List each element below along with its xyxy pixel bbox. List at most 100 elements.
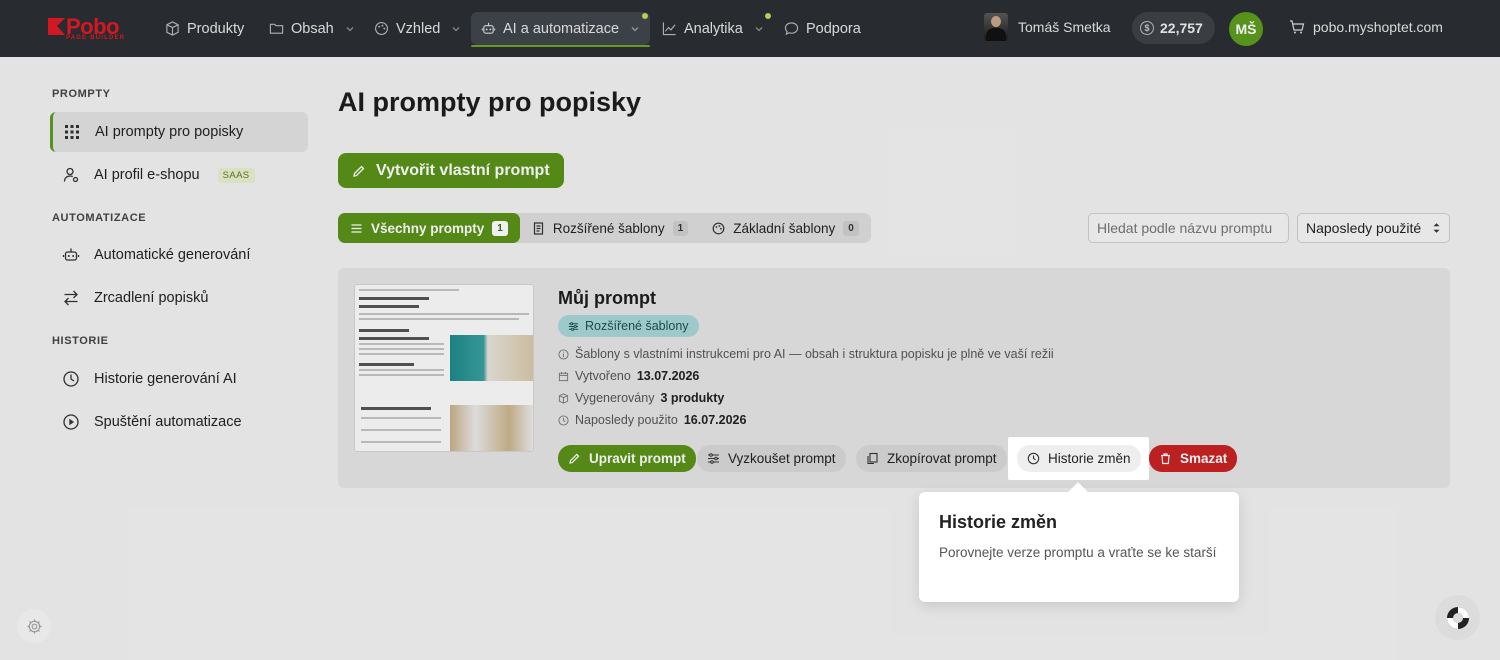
sidebar-item-auto-generation[interactable]: Automatické generování xyxy=(50,235,308,275)
shop-domain: pobo.myshoptet.com xyxy=(1313,19,1443,35)
sidebar-item-automation-runs[interactable]: Spuštění automatizace xyxy=(50,402,308,442)
gear-icon xyxy=(26,618,42,634)
robot-icon xyxy=(62,248,80,261)
sliders-icon xyxy=(568,321,579,331)
list-icon xyxy=(351,223,362,233)
copy-prompt-label: Zkopírovat prompt xyxy=(887,451,997,466)
credits-badge[interactable]: $ 22,757 xyxy=(1132,12,1215,44)
nav-support[interactable]: Podpora xyxy=(774,12,871,45)
sidebar-item-ai-profile[interactable]: AI profil e-shopu SAAS xyxy=(50,155,308,195)
edit-prompt-button[interactable]: Upravit prompt xyxy=(558,445,696,472)
create-prompt-label: Vytvořit vlastní prompt xyxy=(376,161,550,179)
prompt-preview-thumbnail[interactable] xyxy=(354,284,534,452)
folder-icon xyxy=(269,23,284,34)
user-gear-icon xyxy=(63,167,79,183)
sidebar-item-generation-history[interactable]: Historie generování AI xyxy=(50,359,308,399)
pencil-icon xyxy=(569,453,580,464)
sidebar-item-label: Spuštění automatizace xyxy=(94,414,242,430)
avatar[interactable]: MŠ xyxy=(1229,12,1263,46)
delete-prompt-button[interactable]: Smazat xyxy=(1149,445,1238,472)
coin-icon: $ xyxy=(1140,21,1154,35)
robot-icon xyxy=(481,22,496,34)
nav-products[interactable]: Produkty xyxy=(155,12,254,45)
prompt-card: Můj prompt Rozšířené šablony Šablony s v… xyxy=(338,268,1450,488)
info-icon xyxy=(558,348,569,360)
prompt-filter-tabs: Všechny prompty 1 Rozšířené šablony 1 Zá… xyxy=(338,213,871,243)
sidebar-item-ai-prompts[interactable]: AI prompty pro popisky xyxy=(50,112,308,152)
nav-products-label: Produkty xyxy=(187,20,245,37)
box-icon xyxy=(558,392,569,404)
nav-ai-label: AI a automatizace xyxy=(503,20,620,37)
chevron-down-icon xyxy=(452,26,460,31)
last-used-value: 16.07.2026 xyxy=(683,413,747,427)
prompt-description: Šablony s vlastními instrukcemi pro AI —… xyxy=(558,347,1054,361)
credits-value: 22,757 xyxy=(1160,20,1203,36)
tab-count: 1 xyxy=(672,220,689,236)
sidebar-item-label: AI prompty pro popisky xyxy=(95,124,244,140)
tab-all-prompts[interactable]: Všechny prompty 1 xyxy=(338,213,520,243)
created-label: Vytvořeno xyxy=(575,369,631,383)
prompt-created: Vytvořeno 13.07.2026 xyxy=(558,369,699,383)
logo-subtitle: PAGE BUILDER xyxy=(66,35,126,41)
sidebar-item-label: Zrcadlení popisků xyxy=(94,290,209,306)
page-title: AI prompty pro popisky xyxy=(338,87,642,117)
clock-icon xyxy=(1027,452,1040,465)
copy-prompt-button[interactable]: Zkopírovat prompt xyxy=(856,445,1007,472)
line-chart-icon xyxy=(662,22,676,36)
nav-analytics[interactable]: Analytika xyxy=(652,12,774,45)
nav-ai-indicator-dot xyxy=(642,13,648,19)
prompt-title[interactable]: Můj prompt xyxy=(558,288,656,309)
swap-arrows-icon xyxy=(64,290,78,306)
prompt-type-badge: Rozšířené šablony xyxy=(558,315,699,337)
trash-icon xyxy=(1161,453,1170,465)
palette-icon xyxy=(712,222,725,234)
generated-label: Vygenerovány xyxy=(575,391,655,405)
nav-analytics-label: Analytika xyxy=(684,20,743,37)
chat-bubble-icon xyxy=(784,22,799,36)
sidebar-item-mirror[interactable]: Zrcadlení popisků xyxy=(50,278,308,318)
top-navigation-bar: Pobo PAGE BUILDER Produkty Obsah Vzhled … xyxy=(0,0,1500,57)
tab-count: 1 xyxy=(492,220,508,236)
saas-badge: SAAS xyxy=(217,167,255,183)
sidebar-item-label: AI profil e-shopu xyxy=(94,167,200,183)
tab-label: Rozšířené šablony xyxy=(552,220,665,236)
change-history-button[interactable]: Historie změn xyxy=(1017,445,1141,472)
shop-link[interactable]: pobo.myshoptet.com xyxy=(1289,19,1443,35)
sidebar-item-label: Automatické generování xyxy=(94,247,251,263)
settings-fab[interactable] xyxy=(17,609,51,643)
sidebar-item-label: Historie generování AI xyxy=(94,371,237,387)
palette-icon xyxy=(375,22,388,35)
user-photo xyxy=(984,13,1008,41)
user-name: Tomáš Smetka xyxy=(1018,19,1111,35)
lifebuoy-icon xyxy=(1446,606,1469,629)
description-text: Šablony s vlastními instrukcemi pro AI —… xyxy=(575,347,1054,361)
pencil-icon xyxy=(353,165,365,177)
pobo-logo[interactable]: Pobo PAGE BUILDER xyxy=(48,14,132,42)
created-value: 13.07.2026 xyxy=(636,369,700,383)
sliders-icon xyxy=(708,453,719,464)
nav-appearance[interactable]: Vzhled xyxy=(364,12,471,45)
chevron-down-icon xyxy=(346,26,354,31)
logo-arrow-icon xyxy=(48,18,65,35)
chevron-down-icon xyxy=(631,26,639,31)
sort-arrows-icon xyxy=(1433,223,1440,233)
search-input[interactable] xyxy=(1088,213,1289,243)
tooltip-title: Historie změn xyxy=(939,512,1058,532)
cart-icon xyxy=(1290,20,1305,34)
tab-extended-templates[interactable]: Rozšířené šablony 1 xyxy=(520,213,700,243)
nav-content[interactable]: Obsah xyxy=(259,12,365,45)
nav-analytics-indicator-dot xyxy=(765,13,771,19)
play-circle-icon xyxy=(63,414,79,430)
last-used-label: Naposledy použito xyxy=(575,413,678,427)
tab-basic-templates[interactable]: Základní šablony 0 xyxy=(700,213,871,243)
clock-icon xyxy=(63,371,79,387)
test-prompt-button[interactable]: Vyzkoušet prompt xyxy=(697,445,846,472)
tab-label: Všechny prompty xyxy=(371,220,485,236)
user-menu[interactable]: Tomáš Smetka xyxy=(984,13,1111,41)
help-lifebuoy-fab[interactable] xyxy=(1435,595,1480,640)
sort-select[interactable]: Naposledy použité xyxy=(1297,213,1450,243)
create-prompt-button[interactable]: Vytvořit vlastní prompt xyxy=(338,153,564,188)
calendar-icon xyxy=(558,371,569,381)
nav-appearance-label: Vzhled xyxy=(396,20,441,37)
nav-ai-automation[interactable]: AI a automatizace xyxy=(471,12,651,47)
